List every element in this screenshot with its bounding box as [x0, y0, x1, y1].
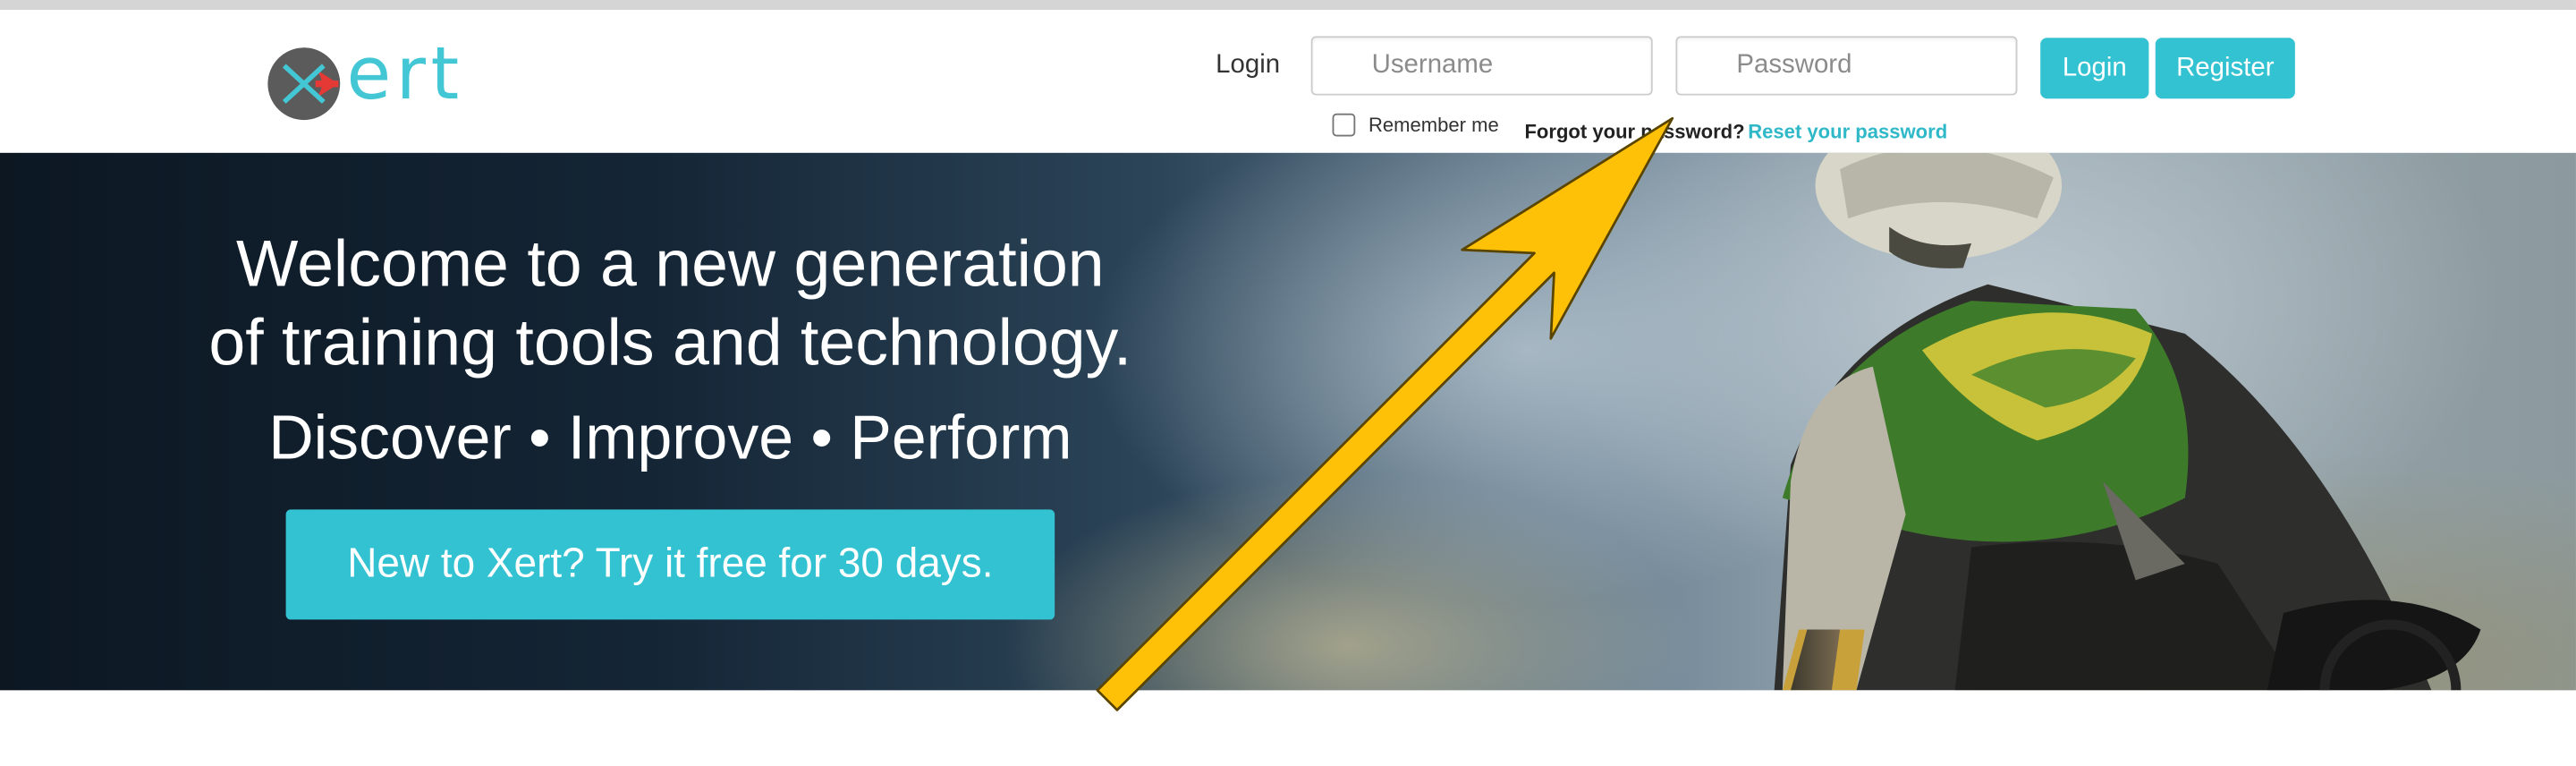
remember-me-label: Remember me — [1368, 113, 1499, 137]
below-fold-section — [0, 690, 2576, 766]
page-root: ert Login Login Register Remember me For… — [0, 0, 2576, 766]
hero-title: Welcome to a new generation of training … — [98, 226, 1241, 383]
username-input[interactable] — [1310, 36, 1653, 96]
remember-me-checkbox[interactable] — [1332, 113, 1356, 137]
register-button[interactable]: Register — [2155, 38, 2295, 99]
logo-text: ert — [346, 32, 464, 117]
remember-me[interactable]: Remember me — [1332, 113, 1499, 137]
reset-password-link[interactable]: Reset your password — [1748, 120, 1947, 143]
forgot-password-text: Forgot your password? — [1524, 120, 1745, 143]
free-trial-button[interactable]: New to Xert? Try it free for 30 days. — [285, 509, 1055, 620]
xert-logo[interactable]: ert — [267, 33, 496, 135]
login-button[interactable]: Login — [2040, 38, 2149, 99]
login-label: Login — [1216, 50, 1281, 80]
site-header: ert Login Login Register Remember me For… — [0, 10, 2576, 153]
logo-mark-icon — [267, 47, 341, 121]
hero-title-line-2: of training tools and technology. — [208, 307, 1132, 380]
hero-title-line-1: Welcome to a new generation — [236, 228, 1105, 302]
hero-subtitle: Discover • Improve • Perform — [268, 404, 1072, 473]
password-input[interactable] — [1675, 36, 2018, 96]
hero-banner: Welcome to a new generation of training … — [0, 152, 2576, 691]
